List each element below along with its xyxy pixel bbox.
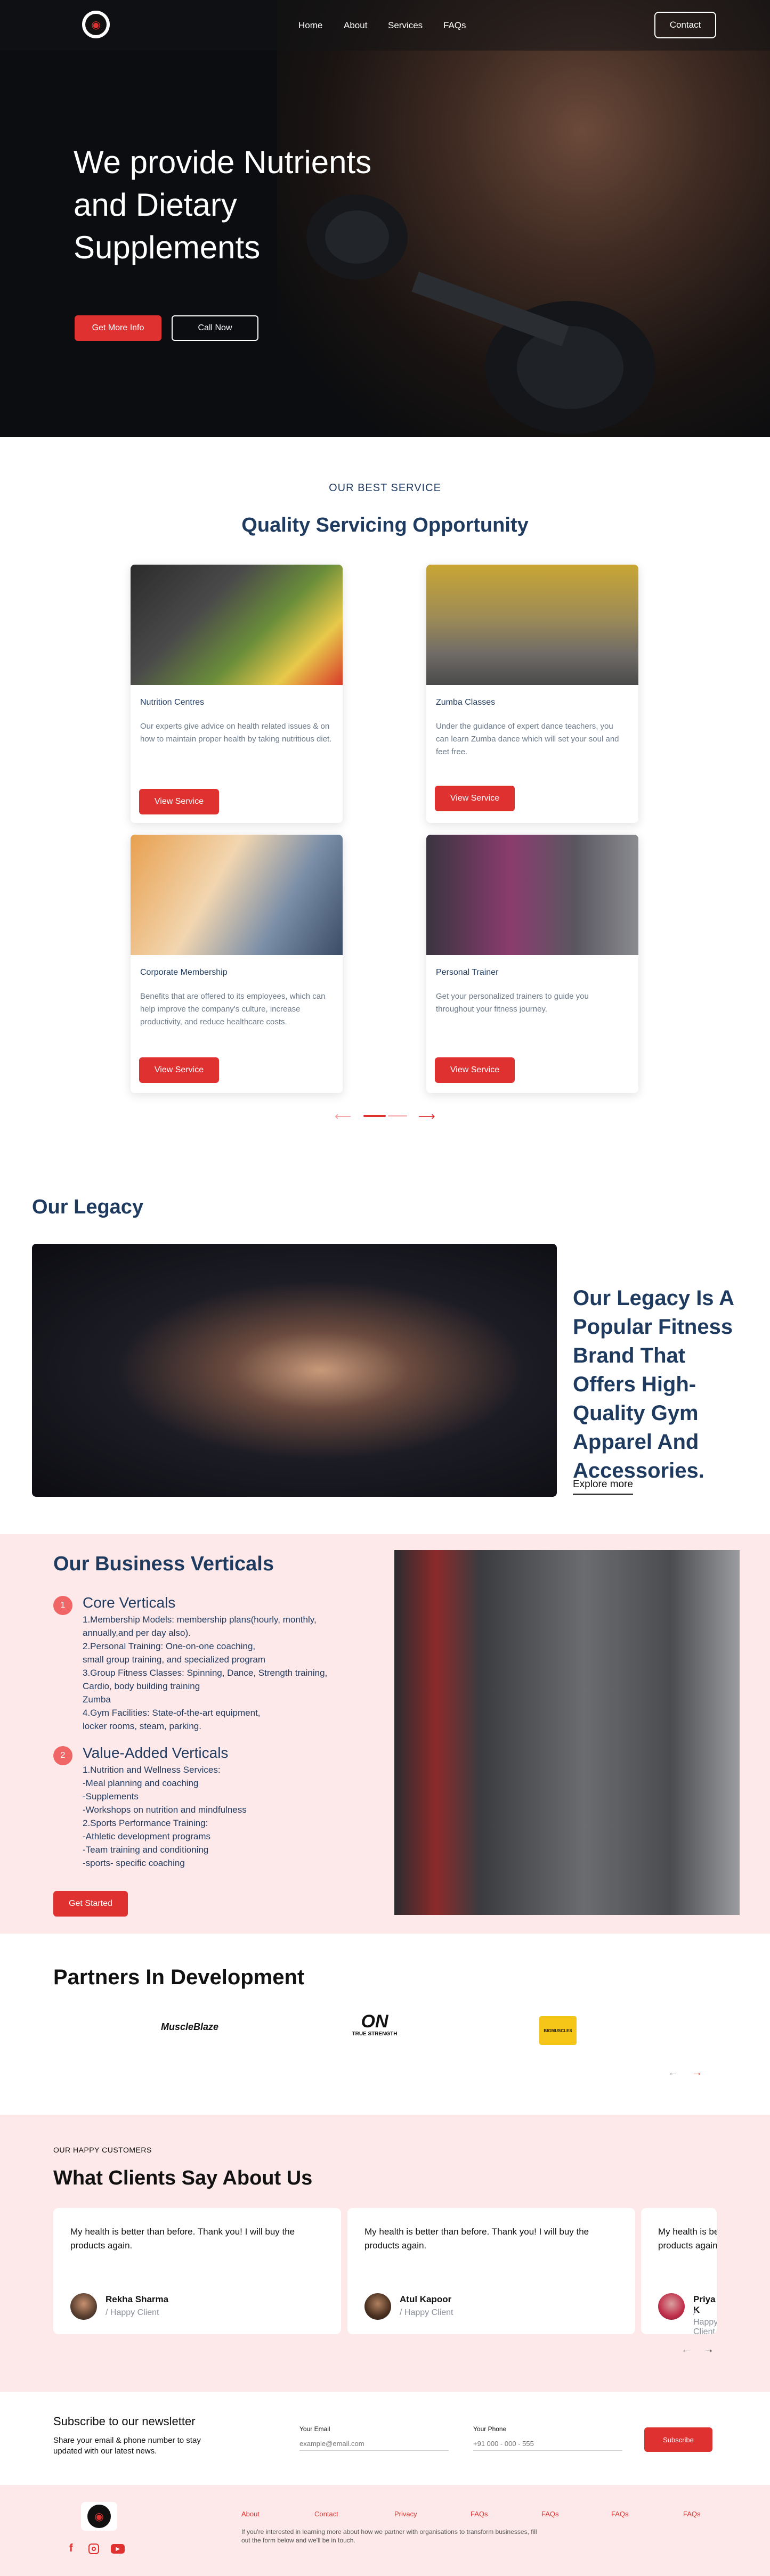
view-service-button[interactable]: View Service [139, 1057, 219, 1083]
avatar [658, 2293, 685, 2320]
testimonial-quote: My health is better than before. Thank y… [658, 2227, 717, 2251]
hero-title-line: Supplements [74, 230, 261, 265]
get-more-info-button[interactable]: Get More Info [75, 315, 161, 341]
vertical-title: Core Verticals [83, 1594, 176, 1611]
services-title: Quality Servicing Opportunity [241, 514, 529, 536]
corporate-image [131, 835, 343, 955]
legacy-athlete-image [32, 1244, 557, 1497]
testimonial-role: / Happy Client [693, 2308, 717, 2334]
testimonial-role: / Happy Client [400, 2308, 453, 2317]
vertical-number-badge: 2 [53, 1746, 72, 1765]
footer-link-faqs[interactable]: FAQs [471, 2510, 488, 2518]
testimonial-name: Atul Kapoor [400, 2294, 452, 2304]
arrow-right-icon[interactable]: ⟶ [418, 1110, 435, 1123]
hero-section: ◉ Home About Services FAQs Contact We pr… [0, 0, 770, 437]
card-title: Nutrition Centres [140, 698, 205, 707]
legacy-text: Our Legacy Is A Popular Fitness Brand Th… [573, 1286, 734, 1482]
partner-logo-muscleblaze: MuscleBlaze [161, 2021, 219, 2032]
trainer-image [426, 835, 638, 955]
testimonials-title: What Clients Say About Us [53, 2167, 313, 2189]
card-description: Under the guidance of expert dance teach… [436, 722, 619, 756]
email-label: Your Email [299, 2425, 330, 2433]
nav-services[interactable]: Services [388, 20, 423, 31]
newsletter-title: Subscribe to our newsletter [53, 2415, 196, 2428]
nutrition-image [131, 565, 343, 685]
service-card: Corporate Membership Benefits that are o… [131, 835, 343, 1093]
nav-faqs[interactable]: FAQs [443, 20, 466, 31]
testimonials-prev-icon[interactable]: ← [681, 2344, 692, 2356]
partner-logo-on: ON TRUE STRENGTH [345, 2012, 404, 2037]
vertical-number-badge: 1 [53, 1596, 72, 1615]
newsletter-subtitle: Share your email & phone number to stay … [53, 2436, 201, 2456]
services-kicker: OUR BEST SERVICE [329, 482, 441, 494]
nav-about[interactable]: About [344, 20, 367, 31]
view-service-button[interactable]: View Service [435, 1057, 515, 1083]
view-service-button[interactable]: View Service [435, 786, 515, 811]
testimonial-role: / Happy Client [106, 2308, 159, 2317]
card-description: Benefits that are offered to its employe… [140, 992, 326, 1026]
on-logo-mark: ON [361, 2011, 388, 2032]
partners-prev-icon[interactable]: ← [668, 2067, 678, 2079]
testimonials-kicker: OUR HAPPY CUSTOMERS [53, 2146, 152, 2154]
avatar [364, 2293, 391, 2320]
get-started-button[interactable]: Get Started [53, 1891, 128, 1917]
card-description: Our experts give advice on health relate… [140, 722, 332, 744]
zumba-image [426, 565, 638, 685]
call-now-button[interactable]: Call Now [172, 315, 258, 341]
testimonial-card: My health is better than before. Thank y… [347, 2208, 635, 2334]
service-card: Personal Trainer Get your personalized t… [426, 835, 638, 1093]
arrow-left-icon[interactable]: ⟵ [335, 1110, 352, 1123]
brand-logo[interactable]: ◉ [82, 11, 110, 38]
footer-logo[interactable]: ◉ [81, 2502, 117, 2531]
card-title: Personal Trainer [436, 968, 499, 977]
service-card: Zumba Classes Under the guidance of expe… [426, 565, 638, 823]
logo-mark-icon: ◉ [87, 2505, 111, 2528]
testimonial-name: Rekha Sharma [106, 2294, 169, 2304]
card-title: Zumba Classes [436, 698, 496, 707]
logo-mark-icon: ◉ [85, 14, 107, 35]
phone-label: Your Phone [473, 2425, 507, 2433]
footer-link-contact[interactable]: Contact [314, 2510, 338, 2518]
avatar [70, 2293, 97, 2320]
view-service-button[interactable]: View Service [139, 789, 219, 814]
testimonial-quote: My health is better than before. Thank y… [70, 2227, 295, 2251]
footer-note: If you're interested in learning more ab… [241, 2528, 537, 2544]
card-description: Get your personalized trainers to guide … [436, 992, 589, 1014]
footer-link-about[interactable]: About [241, 2510, 260, 2518]
on-logo-sub: TRUE STRENGTH [352, 2031, 398, 2037]
explore-more-link[interactable]: Explore more [573, 1479, 633, 1495]
service-card: Nutrition Centres Our experts give advic… [131, 565, 343, 823]
partners-title: Partners In Development [53, 1966, 305, 1989]
phone-field[interactable] [473, 2437, 622, 2451]
vertical-body: 1.Nutrition and Wellness Services: -Meal… [83, 1765, 247, 1868]
hero-title: We provide Nutrients and Dietary Supplem… [74, 141, 371, 269]
card-title: Corporate Membership [140, 968, 228, 977]
treadmill-image [394, 1550, 740, 1915]
footer-link-faqs[interactable]: FAQs [611, 2510, 629, 2518]
youtube-icon[interactable]: ▶ [111, 2544, 125, 2554]
carousel-dot-active[interactable] [363, 1115, 386, 1117]
facebook-icon[interactable]: f [69, 2542, 73, 2555]
footer-link-faqs[interactable]: FAQs [683, 2510, 701, 2518]
subscribe-button[interactable]: Subscribe [644, 2427, 712, 2452]
contact-button[interactable]: Contact [654, 12, 716, 38]
footer-link-faqs[interactable]: FAQs [541, 2510, 559, 2518]
vertical-body: 1.Membership Models: membership plans(ho… [83, 1615, 328, 1731]
nav-home[interactable]: Home [298, 20, 322, 31]
testimonial-quote: My health is better than before. Thank y… [364, 2227, 589, 2251]
footer-link-privacy[interactable]: Privacy [394, 2510, 417, 2518]
verticals-title: Our Business Verticals [53, 1553, 274, 1575]
instagram-icon[interactable] [88, 2544, 99, 2554]
carousel-dot[interactable] [388, 1115, 407, 1116]
testimonials-next-icon[interactable]: → [703, 2344, 714, 2356]
hero-title-line: We provide Nutrients [74, 144, 372, 180]
partner-logo-bigmuscles: BIGMUSCLES [539, 2016, 577, 2045]
testimonial-card: My health is better than before. Thank y… [53, 2208, 341, 2334]
vertical-title: Value-Added Verticals [83, 1744, 229, 1761]
partners-next-icon[interactable]: → [692, 2067, 702, 2079]
legacy-heading: Our Legacy [32, 1196, 144, 1218]
hero-title-line: and Dietary [74, 187, 237, 223]
email-field[interactable] [299, 2437, 449, 2451]
testimonial-card: My health is better than before. Thank y… [641, 2208, 717, 2334]
